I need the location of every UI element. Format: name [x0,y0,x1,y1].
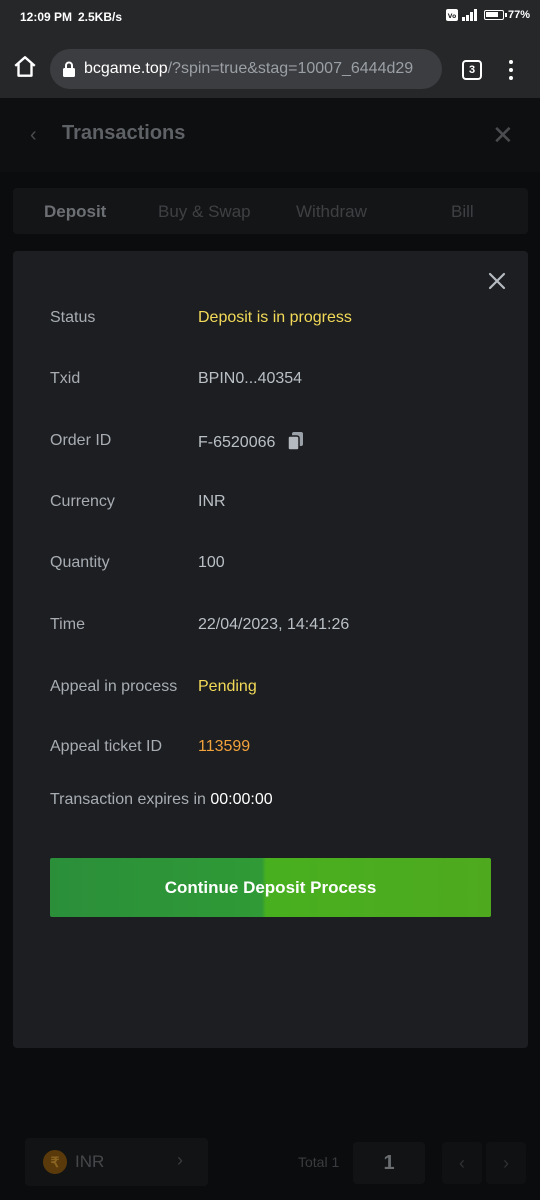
expiry-label: Transaction expires in [50,791,206,808]
detail-row-quantity: Quantity 100 [50,554,225,572]
address-bar[interactable]: bcgame.top/?spin=true&stag=10007_6444d29 [50,49,442,89]
detail-label: Txid [50,370,81,387]
quantity-value: 100 [198,554,225,571]
volte-icon: Vo [445,9,458,21]
currency-label: INR [75,1152,105,1171]
detail-row-order-id: Order ID F-6520066 [50,432,303,451]
signal-icon [461,9,477,21]
tab-buy-swap[interactable]: Buy & Swap [158,202,251,222]
more-menu-icon[interactable] [506,58,516,82]
order-id-value: F-6520066 [198,434,276,451]
url-path: /?spin=true&stag=10007_6444d29 [167,60,414,77]
currency-selector[interactable]: ₹ INR › [25,1138,208,1186]
browser-toolbar: bcgame.top/?spin=true&stag=10007_6444d29… [0,36,540,98]
detail-row-currency: Currency INR [50,493,226,511]
transaction-detail-modal: Status Deposit is in progress Txid BPIN0… [13,251,528,1048]
url-domain: bcgame.top [84,60,168,77]
transaction-tabs: Deposit Buy & Swap Withdraw Bill [13,188,528,234]
page-close-icon[interactable]: ✕ [492,120,514,151]
battery-icon [483,10,507,20]
page-header: ‹ Transactions ✕ [0,98,540,172]
currency-value: INR [198,493,226,510]
tab-bill[interactable]: Bill [451,202,474,222]
tab-deposit[interactable]: Deposit [44,202,106,222]
time-value: 22/04/2023, 14:41:26 [198,616,350,633]
status-time: 12:09 PM [20,10,73,24]
page-number[interactable]: 1 [353,1142,425,1184]
order-id-value-wrap: F-6520066 [198,432,304,452]
detail-row-status: Status Deposit is in progress [50,309,352,327]
detail-label: Currency [50,493,115,510]
status-value: Deposit is in progress [198,309,352,326]
close-icon[interactable] [485,269,509,293]
status-icons: Vo 77% [445,9,530,21]
detail-label: Time [50,616,85,633]
url-text: bcgame.top/?spin=true&stag=10007_6444d29 [84,60,413,78]
battery-percent: 77% [507,9,530,21]
lock-icon [63,61,75,77]
appeal-ticket-link[interactable]: 113599 [198,738,250,756]
back-icon[interactable]: ‹ [30,124,37,147]
expiry-line: Transaction expires in 00:00:00 [50,791,273,809]
status-net-speed: 2.5KB/s [78,10,123,24]
detail-row-txid: Txid BPIN0...40354 [50,370,302,388]
copy-icon[interactable] [287,432,304,450]
status-bar: 12:09 PM 2.5KB/s Vo 77% [0,0,540,36]
detail-label: Order ID [50,432,112,449]
chevron-right-icon: › [177,1150,183,1170]
tab-switcher-button[interactable]: 3 [462,60,482,80]
pagination-footer: ₹ INR › Total 1 1 ‹ › [0,1130,540,1200]
continue-deposit-button[interactable]: Continue Deposit Process [50,858,491,917]
txid-value: BPIN0...40354 [198,370,303,387]
page-title: Transactions [62,122,186,144]
detail-row-appeal-process: Appeal in process Pending [50,678,257,696]
home-icon[interactable] [12,54,38,80]
next-page-icon[interactable]: › [486,1142,526,1184]
expiry-timer: 00:00:00 [210,791,273,808]
detail-row-appeal-ticket: Appeal ticket ID 113599 [50,738,250,756]
rupee-icon: ₹ [43,1150,67,1174]
tab-withdraw[interactable]: Withdraw [296,202,367,222]
svg-text:Vo: Vo [448,13,456,20]
detail-row-time: Time 22/04/2023, 14:41:26 [50,616,349,634]
detail-label: Quantity [50,554,110,571]
total-count: Total 1 [298,1154,340,1170]
appeal-status-value: Pending [198,678,257,695]
detail-label: Status [50,309,96,326]
detail-label: Appeal in process [50,678,178,695]
prev-page-icon[interactable]: ‹ [442,1142,482,1184]
detail-label: Appeal ticket ID [50,738,163,755]
